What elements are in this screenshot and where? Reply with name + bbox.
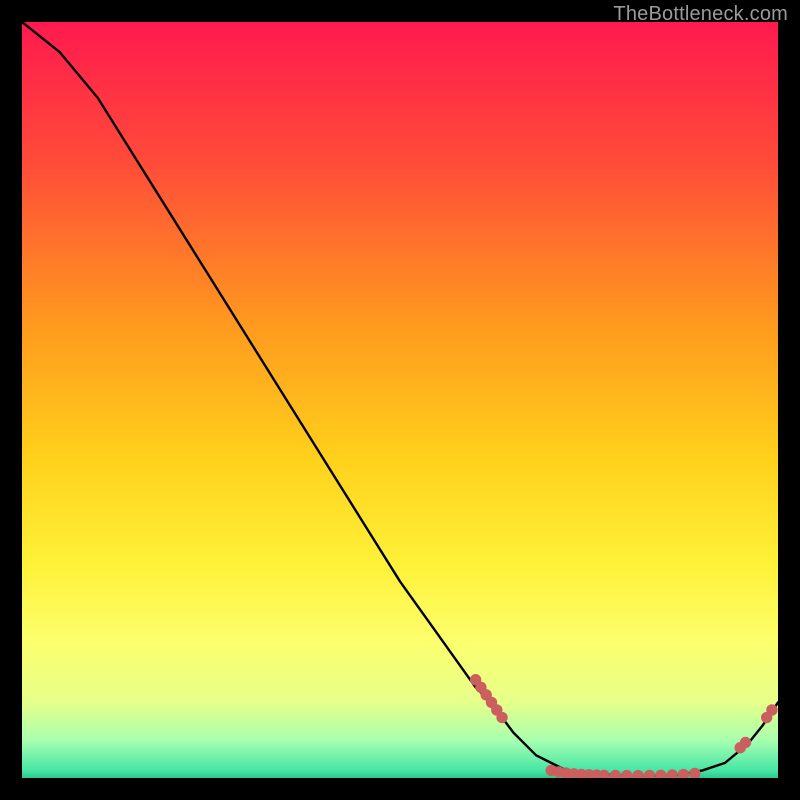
watermark-text: TheBottleneck.com: [613, 3, 788, 26]
plot-canvas: [22, 22, 778, 778]
chart-frame: TheBottleneck.com: [0, 0, 800, 800]
